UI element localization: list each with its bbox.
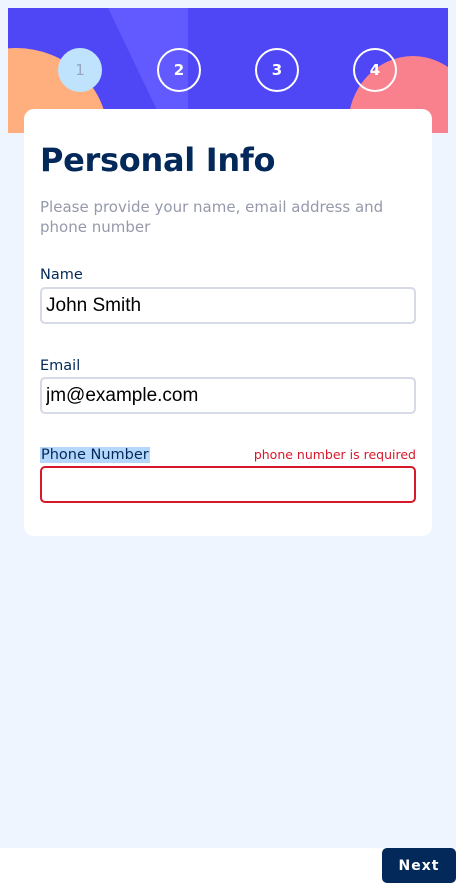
personal-info-card: Personal Info Please provide your name, … xyxy=(24,109,432,536)
step-4-circle[interactable]: 4 xyxy=(353,48,397,92)
phone-error-message: phone number is required xyxy=(253,447,416,462)
email-label: Email xyxy=(40,358,81,374)
phone-field[interactable] xyxy=(40,466,416,503)
name-label: Name xyxy=(40,267,83,283)
step-1-circle[interactable]: 1 xyxy=(58,48,102,92)
top-padding xyxy=(0,0,456,8)
name-field[interactable] xyxy=(40,287,416,324)
email-field[interactable] xyxy=(40,377,416,414)
step-4-number: 4 xyxy=(369,61,381,79)
phone-label: Phone Number xyxy=(40,447,150,463)
page-subtitle: Please provide your name, email address … xyxy=(40,198,384,236)
step-2-number: 2 xyxy=(173,61,185,79)
step-3-number: 3 xyxy=(271,61,283,79)
step-3-circle[interactable]: 3 xyxy=(255,48,299,92)
step-1-number: 1 xyxy=(75,61,85,79)
step-2-circle[interactable]: 2 xyxy=(157,48,201,92)
page-title: Personal Info xyxy=(40,141,276,179)
next-button[interactable]: Next xyxy=(382,848,456,883)
